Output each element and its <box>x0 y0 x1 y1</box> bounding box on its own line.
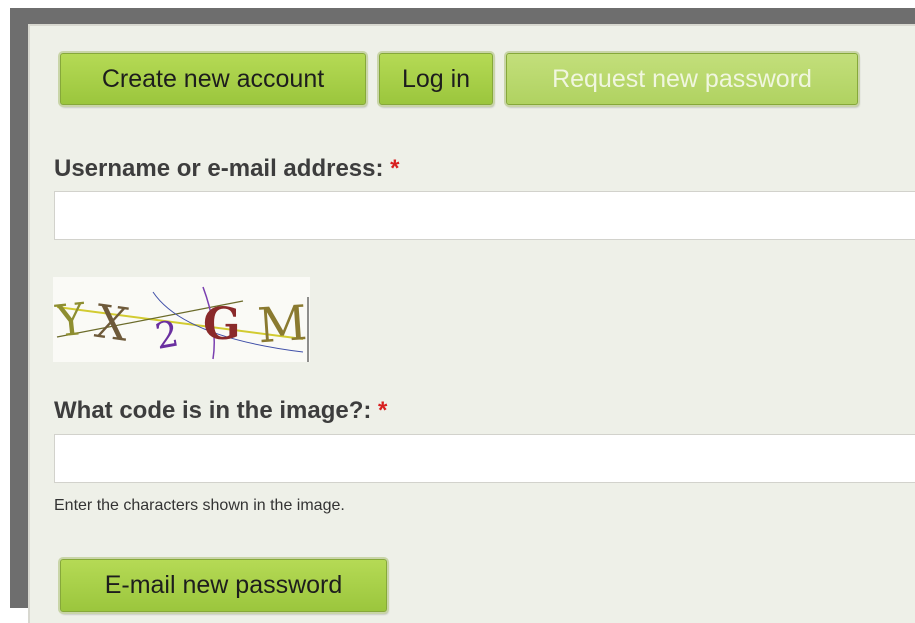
captcha-input[interactable] <box>54 434 915 483</box>
username-label-text: Username or e-mail address: <box>54 155 384 182</box>
svg-text:Y: Y <box>53 294 89 348</box>
required-marker: * <box>378 397 388 424</box>
svg-text:G: G <box>203 299 241 350</box>
svg-text:M: M <box>256 295 309 354</box>
email-new-password-button[interactable]: E-mail new password <box>60 559 387 612</box>
svg-text:2: 2 <box>152 314 182 358</box>
tab-request-new-password[interactable]: Request new password <box>506 53 858 105</box>
tab-log-in[interactable]: Log in <box>379 53 493 105</box>
username-label: Username or e-mail address: * <box>54 155 400 183</box>
tab-create-new-account[interactable]: Create new account <box>60 53 366 105</box>
captcha-label-text: What code is in the image?: <box>54 397 372 424</box>
username-input[interactable] <box>54 191 915 240</box>
captcha-image: Y X 2 G M <box>53 277 310 362</box>
captcha-description: Enter the characters shown in the image. <box>54 497 345 514</box>
captcha-label: What code is in the image?: * <box>54 397 387 425</box>
svg-text:X: X <box>92 294 132 352</box>
required-marker: * <box>390 155 400 182</box>
